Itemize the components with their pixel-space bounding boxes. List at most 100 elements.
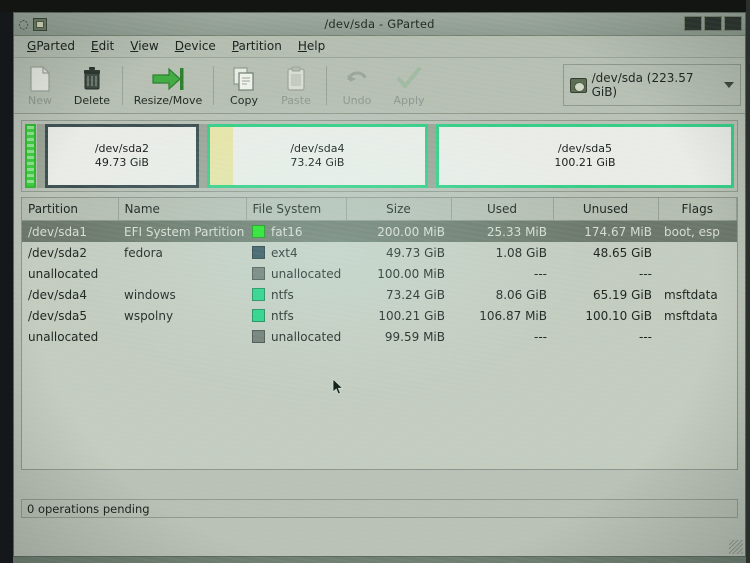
minimize-button[interactable] <box>684 16 702 31</box>
cell-filesystem: ntfs <box>246 284 346 305</box>
photo-bezel-left <box>0 0 13 563</box>
filesystem-color-swatch <box>252 309 265 322</box>
menu-help[interactable]: Help <box>290 37 333 56</box>
filesystem-color-swatch <box>252 225 265 238</box>
cell-filesystem-label: unallocated <box>271 329 342 344</box>
screen-photo: ◌ /dev/sda - GParted GParted Edit View D… <box>0 0 750 563</box>
partition-block-sda5-size: 100.21 GiB <box>554 156 616 169</box>
cell-flags <box>658 263 737 284</box>
chevron-down-icon[interactable] <box>724 82 734 88</box>
menu-edit[interactable]: Edit <box>83 37 122 56</box>
resize-arrow-icon <box>151 64 185 92</box>
menu-partition-label: artition <box>238 39 282 53</box>
resize-move-button[interactable]: Resize/Move <box>127 58 209 113</box>
cell-flags <box>658 242 737 263</box>
cell-size: 100.00 MiB <box>377 266 445 281</box>
partition-table: Partition Name File System Size Used Unu… <box>21 197 738 470</box>
table-row[interactable]: unallocated unallocated 100.00 MiB --- -… <box>22 263 737 284</box>
cell-used: 106.87 MiB <box>479 308 547 323</box>
undo-button-label: Undo <box>342 94 372 107</box>
menu-view[interactable]: View <box>122 37 166 56</box>
copy-button-label: Copy <box>230 94 258 107</box>
column-header-partition[interactable]: Partition <box>22 198 119 221</box>
cell-size: 100.21 GiB <box>378 308 445 323</box>
maximize-button[interactable] <box>704 16 722 31</box>
cell-used: 1.08 GiB <box>495 245 547 260</box>
new-document-icon <box>29 64 51 92</box>
cell-partition: /dev/sda4 <box>28 287 88 302</box>
graphic-gap-3 <box>427 124 436 188</box>
partition-block-sda1[interactable] <box>25 124 36 188</box>
undo-button[interactable]: Undo <box>331 58 383 113</box>
menu-help-label: elp <box>306 39 326 53</box>
cell-unused: 48.65 GiB <box>592 245 652 260</box>
column-header-unused[interactable]: Unused <box>553 198 659 221</box>
column-header-flags[interactable]: Flags <box>658 198 737 221</box>
copy-button[interactable]: Copy <box>218 58 270 113</box>
cell-unused: --- <box>639 329 652 344</box>
trash-icon <box>81 64 103 92</box>
toolbar-group-apply: Undo Apply <box>331 58 435 113</box>
cell-unused: --- <box>639 266 652 281</box>
partition-block-sda4-size: 73.24 GiB <box>290 156 345 169</box>
cell-used: --- <box>534 329 547 344</box>
cell-flags <box>658 326 737 347</box>
cell-name: EFI System Partition <box>118 220 246 242</box>
filesystem-color-swatch <box>252 246 265 259</box>
cell-size: 99.59 MiB <box>384 329 445 344</box>
toolbar-separator-2 <box>213 66 214 105</box>
device-selector-label: /dev/sda (223.57 GiB) <box>591 71 694 99</box>
resize-move-button-label: Resize/Move <box>133 94 203 107</box>
partition-block-sda2-size: 49.73 GiB <box>94 156 149 169</box>
column-header-name[interactable]: Name <box>118 198 247 221</box>
column-header-filesystem[interactable]: File System <box>246 198 347 221</box>
cell-flags: boot, esp <box>658 220 737 242</box>
partition-graphic: /dev/sda2 49.73 GiB /dev/sda4 73.24 GiB <box>21 120 738 192</box>
column-header-used[interactable]: Used <box>451 198 554 221</box>
paste-button[interactable]: Paste <box>270 58 322 113</box>
cell-flags: msftdata <box>664 287 718 302</box>
partition-slot-sda2: /dev/sda2 49.73 GiB <box>45 124 199 188</box>
cell-size: 73.24 GiB <box>385 287 445 302</box>
cell-filesystem: fat16 <box>246 220 346 242</box>
delete-button[interactable]: Delete <box>66 58 118 113</box>
table-row[interactable]: /dev/sda2 fedora ext4 49.73 GiB 1.08 GiB… <box>22 242 737 263</box>
new-button[interactable]: New <box>14 58 66 113</box>
device-selector[interactable]: /dev/sda (223.57 GiB) <box>563 64 741 106</box>
menu-partition[interactable]: Partition <box>224 37 290 56</box>
clipboard-icon <box>285 64 307 92</box>
apply-button[interactable]: Apply <box>383 58 435 113</box>
cell-filesystem: ntfs <box>246 305 346 326</box>
table-row[interactable]: /dev/sda5 wspolny ntfs 100.21 GiB 106.87… <box>22 305 737 326</box>
cell-partition: /dev/sda5 <box>28 308 88 323</box>
cell-unused: 100.10 GiB <box>585 308 652 323</box>
menu-device[interactable]: Device <box>167 37 224 56</box>
filesystem-color-swatch <box>252 267 265 280</box>
table-row[interactable]: /dev/sda1 EFI System Partition fat16 200… <box>22 220 737 242</box>
cell-filesystem-label: ext4 <box>271 245 298 260</box>
menu-device-label: evice <box>184 39 216 53</box>
cell-name: wspolny <box>124 308 174 323</box>
cell-filesystem: unallocated <box>246 326 346 347</box>
cell-filesystem-label: ntfs <box>271 308 294 323</box>
filesystem-color-swatch <box>252 330 265 343</box>
partition-block-sda2[interactable]: /dev/sda2 49.73 GiB <box>45 124 199 188</box>
cell-used: --- <box>534 266 547 281</box>
cell-partition: unallocated <box>28 266 99 281</box>
table-row[interactable]: unallocated unallocated 99.59 MiB --- --… <box>22 326 737 347</box>
cell-size: 49.73 GiB <box>385 245 445 260</box>
cell-used: 8.06 GiB <box>495 287 547 302</box>
toolbar-group-create: New Delete <box>14 58 118 113</box>
photo-bezel-right <box>746 0 750 563</box>
partition-block-sda5[interactable]: /dev/sda5 100.21 GiB <box>435 124 734 188</box>
table-row[interactable]: /dev/sda4 windows ntfs 73.24 GiB 8.06 Gi… <box>22 284 737 305</box>
close-button[interactable] <box>724 16 742 31</box>
table-header-row: Partition Name File System Size Used Unu… <box>22 198 737 221</box>
partition-block-sda4[interactable]: /dev/sda4 73.24 GiB <box>206 124 428 188</box>
column-header-size[interactable]: Size <box>346 198 452 221</box>
window-titlebar[interactable]: ◌ /dev/sda - GParted <box>14 13 745 36</box>
toolbar: New Delete Resize/Move Copy Paste Undo A… <box>14 58 745 114</box>
menu-gparted[interactable]: GParted <box>19 37 83 56</box>
cell-unused: 65.19 GiB <box>592 287 652 302</box>
resize-grip[interactable] <box>729 540 743 554</box>
